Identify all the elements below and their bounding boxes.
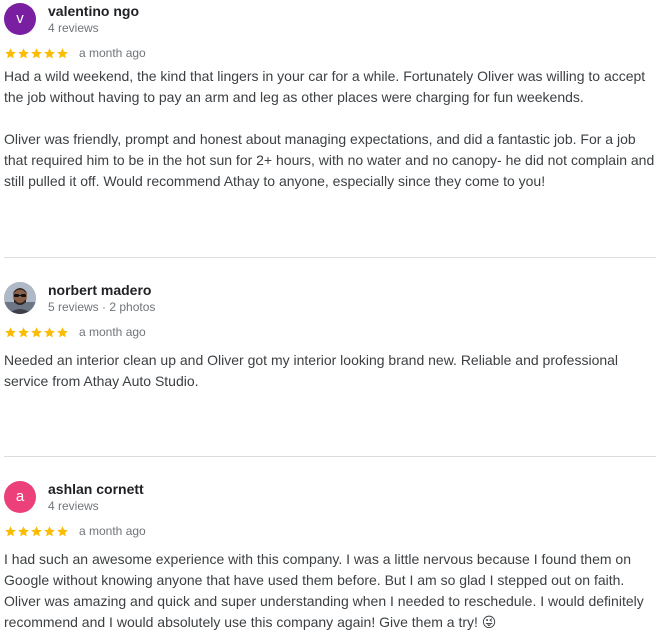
star-rating (4, 47, 69, 60)
star-icon (44, 47, 55, 58)
user-photo-icon (4, 282, 36, 314)
star-icon (5, 47, 16, 58)
review-text: I had such an awesome experience with th… (4, 551, 644, 630)
reviewer-name[interactable]: norbert madero (48, 282, 151, 298)
star-icon (18, 525, 29, 536)
star-icon (57, 47, 68, 58)
star-icon (44, 326, 55, 337)
star-icon (57, 525, 68, 536)
star-icon (31, 326, 42, 337)
review-text: Had a wild weekend, the kind that linger… (4, 68, 655, 189)
star-rating (4, 525, 69, 538)
review-date: a month ago (79, 325, 146, 339)
avatar[interactable] (4, 282, 36, 314)
review-text: Needed an interior clean up and Oliver g… (4, 352, 619, 389)
star-icon (18, 47, 29, 58)
star-icon (44, 525, 55, 536)
review-date: a month ago (79, 46, 146, 60)
star-icon (31, 47, 42, 58)
reviewer-name[interactable]: valentino ngo (48, 3, 139, 19)
rating-row: a month ago (4, 523, 146, 539)
reviewer-meta: 4 reviews (48, 499, 99, 513)
reviewer-name[interactable]: ashlan cornett (48, 481, 144, 497)
star-rating (4, 326, 69, 339)
review-date: a month ago (79, 524, 146, 538)
reviewer-meta: 5 reviews · 2 photos (48, 300, 156, 314)
avatar[interactable]: v (4, 3, 36, 35)
rating-row: a month ago (4, 45, 146, 61)
avatar[interactable]: a (4, 481, 36, 513)
rating-row: a month ago (4, 324, 146, 340)
star-icon (31, 525, 42, 536)
divider (4, 456, 656, 457)
star-icon (18, 326, 29, 337)
star-icon (57, 326, 68, 337)
divider (4, 257, 656, 258)
star-icon (5, 525, 16, 536)
star-icon (5, 326, 16, 337)
reviewer-meta: 4 reviews (48, 21, 99, 35)
